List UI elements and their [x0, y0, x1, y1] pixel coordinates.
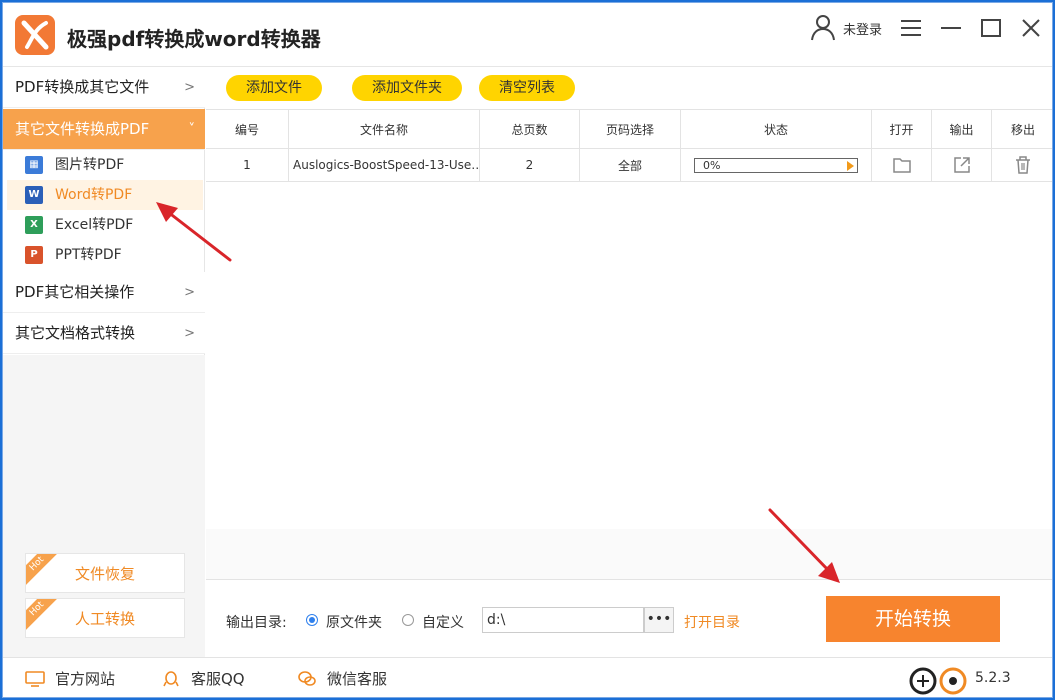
table-header: 编号 文件名称 总页数 页码选择 状态 打开 输出 移出	[206, 109, 1052, 149]
login-status[interactable]: 未登录	[843, 19, 882, 38]
table-footer-strip	[206, 529, 1052, 579]
close-icon[interactable]	[1016, 13, 1046, 43]
wechat-service-label: 微信客服	[327, 670, 388, 688]
row-page-select[interactable]: 全部	[580, 149, 681, 181]
title-bar: 极强pdf转换成word转换器 未登录	[3, 3, 1052, 67]
official-website-label: 官方网站	[55, 670, 116, 688]
chevron-right-icon: >	[184, 326, 195, 341]
progress-text: 0%	[703, 158, 721, 172]
official-website-link[interactable]: 官方网站	[25, 670, 115, 688]
version-icon	[909, 667, 967, 695]
chevron-right-icon: >	[184, 285, 195, 300]
sidebar-category-label: 其它文件转换成PDF	[15, 120, 150, 138]
output-bar: 输出目录: 原文件夹 自定义 ••• 打开目录 开始转换	[206, 579, 1052, 657]
wechat-service-link[interactable]: 微信客服	[297, 670, 387, 688]
menu-icon[interactable]	[896, 13, 926, 43]
start-convert-button[interactable]: 开始转换	[826, 596, 1000, 642]
radio-original-folder-label[interactable]: 原文件夹	[326, 612, 382, 632]
clear-list-button[interactable]: 清空列表	[479, 75, 575, 101]
row-filename: Auslogics-BoostSpeed-13-Use…	[289, 149, 480, 181]
hot-badge: Hot	[26, 554, 60, 587]
export-icon[interactable]	[952, 155, 972, 175]
customer-qq-label: 客服QQ	[191, 670, 245, 688]
sidebar-category-other-to-pdf[interactable]: 其它文件转换成PDF ˅	[3, 109, 205, 150]
radio-custom[interactable]	[402, 614, 414, 626]
sidebar-empty-area: Hot 文件恢复 Hot 人工转换	[3, 355, 205, 657]
chevron-down-icon: ˅	[188, 122, 196, 137]
output-path-input[interactable]	[482, 607, 644, 633]
wechat-icon	[298, 671, 316, 686]
word-icon: W	[25, 186, 43, 204]
play-icon	[847, 160, 854, 171]
sidebar: PDF转换成其它文件 > 其它文件转换成PDF ˅ ▦ 图片转PDF W Wor…	[3, 67, 205, 657]
column-header-status: 状态	[681, 110, 872, 148]
hot-badge: Hot	[26, 599, 60, 632]
row-pages: 2	[480, 149, 580, 181]
trash-icon[interactable]	[1014, 155, 1032, 175]
manual-convert-button[interactable]: Hot 人工转换	[25, 598, 185, 638]
radio-original-folder[interactable]	[306, 614, 318, 626]
sidebar-item-ppt-to-pdf[interactable]: P PPT转PDF	[7, 240, 203, 270]
column-header-output: 输出	[932, 110, 992, 148]
ppt-icon: P	[25, 246, 43, 264]
sidebar-item-label: PPT转PDF	[55, 247, 122, 263]
table-row[interactable]: 1 Auslogics-BoostSpeed-13-Use… 2 全部 0%	[206, 149, 1052, 182]
add-file-button[interactable]: 添加文件	[226, 75, 322, 101]
column-header-filename: 文件名称	[289, 110, 480, 148]
row-status: 0%	[681, 149, 872, 181]
promo-label: 文件恢复	[74, 565, 135, 583]
sidebar-category-other-format[interactable]: 其它文档格式转换 >	[3, 313, 205, 354]
remove-cell	[992, 149, 1052, 181]
radio-custom-label[interactable]: 自定义	[422, 612, 464, 632]
column-header-remove: 移出	[1010, 122, 1035, 137]
sidebar-category-pdf-to-other[interactable]: PDF转换成其它文件 >	[3, 67, 205, 108]
sidebar-category-label: PDF转换成其它文件	[15, 78, 150, 96]
promo-label: 人工转换	[74, 610, 135, 628]
sidebar-item-excel-to-pdf[interactable]: X Excel转PDF	[7, 210, 203, 240]
sidebar-category-label: PDF其它相关操作	[15, 283, 135, 301]
qq-icon	[163, 671, 179, 687]
sidebar-item-label: 图片转PDF	[55, 157, 125, 173]
customer-qq-link[interactable]: 客服QQ	[161, 670, 245, 688]
sidebar-item-label: Word转PDF	[55, 187, 133, 203]
column-header-page-select: 页码选择	[580, 110, 681, 148]
maximize-icon[interactable]	[976, 13, 1006, 43]
folder-icon[interactable]	[892, 156, 912, 174]
app-window: 极强pdf转换成word转换器 未登录 PDF转换成其它文件 > 其它文件转换成…	[2, 2, 1053, 698]
open-directory-link[interactable]: 打开目录	[684, 612, 740, 632]
image-icon: ▦	[25, 156, 43, 174]
sidebar-item-image-to-pdf[interactable]: ▦ 图片转PDF	[7, 150, 203, 180]
add-folder-button[interactable]: 添加文件夹	[352, 75, 462, 101]
row-index: 1	[206, 149, 289, 181]
sidebar-category-label: 其它文档格式转换	[15, 324, 136, 342]
output-cell	[932, 149, 992, 181]
progress-bar: 0%	[694, 157, 858, 173]
app-title: 极强pdf转换成word转换器	[67, 27, 321, 51]
app-logo-icon	[15, 15, 55, 55]
file-table: 编号 文件名称 总页数 页码选择 状态 打开 输出 移出 1 Auslogics…	[206, 109, 1052, 579]
output-directory-label: 输出目录:	[226, 615, 287, 631]
column-header-open: 打开	[872, 110, 932, 148]
browse-button[interactable]: •••	[644, 607, 674, 633]
status-bar: 官方网站 客服QQ 微信客服 5.2.3	[3, 657, 1052, 697]
excel-icon: X	[25, 216, 43, 234]
user-icon[interactable]	[809, 13, 837, 41]
sidebar-category-pdf-other-ops[interactable]: PDF其它相关操作 >	[3, 272, 205, 313]
chevron-right-icon: >	[184, 80, 195, 95]
sidebar-item-word-to-pdf[interactable]: W Word转PDF	[7, 180, 203, 210]
minimize-icon[interactable]	[936, 13, 966, 43]
toolbar: 添加文件 添加文件夹 清空列表	[206, 67, 1052, 109]
column-header-index: 编号	[206, 110, 289, 148]
column-header-pages: 总页数	[480, 110, 580, 148]
monitor-icon	[25, 671, 45, 687]
sidebar-item-label: Excel转PDF	[55, 217, 134, 233]
file-recovery-button[interactable]: Hot 文件恢复	[25, 553, 185, 593]
version-label: 5.2.3	[975, 670, 1011, 686]
open-file-cell	[872, 149, 932, 181]
